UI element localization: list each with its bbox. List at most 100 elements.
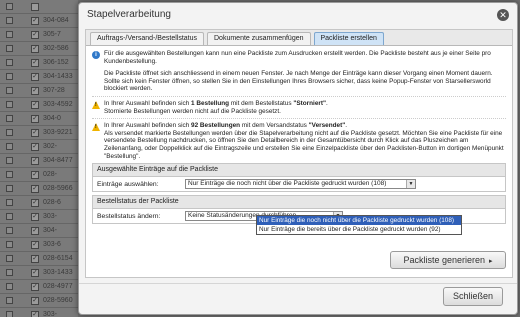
row-checkbox[interactable]: ✓ [31,44,39,53]
tab-merge-documents[interactable]: Dokumente zusammenfügen [207,32,311,45]
row-expand-checkbox[interactable] [6,87,13,94]
tab-create-packlist[interactable]: Packliste erstellen [313,32,384,45]
table-row[interactable]: ✓ 304-8477 [0,154,78,168]
chevron-down-icon[interactable]: ▼ [406,180,415,189]
row-checkbox[interactable]: ✓ [31,30,39,39]
table-row[interactable] [0,0,78,14]
row-checkbox[interactable]: ✓ [31,128,39,137]
info-message: i Für die ausgewählten Bestellungen kann… [92,50,506,93]
order-number: 302-586 [43,45,69,52]
table-row[interactable]: ✓ 303- [0,308,78,317]
row-checkbox[interactable]: ✓ [31,156,39,165]
row-expand-checkbox[interactable] [6,115,13,122]
row-checkbox[interactable]: ✓ [31,310,39,317]
table-row[interactable]: ✓ 303-6 [0,238,78,252]
order-number: 028-6154 [43,255,73,262]
row-expand-checkbox[interactable] [6,227,13,234]
table-row[interactable]: ✓ 028-6154 [0,252,78,266]
row-expand-checkbox[interactable] [6,241,13,248]
table-row[interactable]: ✓ 304-084 [0,14,78,28]
dialog-title: Stapelverarbeitung [87,8,171,20]
row-checkbox[interactable]: ✓ [31,198,39,207]
row-checkbox[interactable]: ✓ [31,58,39,67]
row-expand-checkbox[interactable] [6,129,13,136]
table-row[interactable]: ✓ 028-5966 [0,182,78,196]
entries-dropdown-list: Nur Einträge die noch nicht über die Pac… [256,215,462,235]
warning-text: . [345,122,348,130]
tab-order-status[interactable]: Auftrags-/Versand-/Bestellstatus [90,32,204,45]
row-expand-checkbox[interactable] [6,3,13,10]
row-checkbox[interactable]: ✓ [31,86,39,95]
warning-status: "Versendet" [308,122,346,130]
table-row[interactable]: ✓ 028-4977 [0,280,78,294]
row-expand-checkbox[interactable] [6,17,13,24]
entries-select[interactable]: Nur Einträge die noch nicht über die Pac… [185,179,416,190]
table-row[interactable]: ✓ 303- [0,210,78,224]
table-row[interactable]: ✓ 028-5960 [0,294,78,308]
row-expand-checkbox[interactable] [6,157,13,164]
order-number: 307-28 [43,87,65,94]
dropdown-option[interactable]: Nur Einträge die noch nicht über die Pac… [257,216,461,225]
row-expand-checkbox[interactable] [6,73,13,80]
table-row[interactable]: ✓ 304-1433 [0,70,78,84]
tab-bar: Auftrags-/Versand-/Bestellstatus Dokumen… [86,30,512,46]
row-expand-checkbox[interactable] [6,255,13,262]
row-checkbox[interactable]: ✓ [31,240,39,249]
table-row[interactable]: ✓ 304- [0,224,78,238]
order-number: 306-152 [43,59,69,66]
table-row[interactable]: ✓ 305-7 [0,28,78,42]
row-checkbox[interactable] [31,2,39,11]
row-checkbox[interactable]: ✓ [31,296,39,305]
row-expand-checkbox[interactable] [6,143,13,150]
table-row[interactable]: ✓ 303-1433 [0,266,78,280]
warning-status: "Storniert" [293,99,327,107]
order-number: 303-9221 [43,129,73,136]
warning-text: In Ihrer Auswahl befinden sich [104,122,192,130]
table-row[interactable]: ✓ 306-152 [0,56,78,70]
row-expand-checkbox[interactable] [6,171,13,178]
table-row[interactable]: ✓ 302- [0,140,78,154]
table-row[interactable]: ✓ 303-4592 [0,98,78,112]
row-expand-checkbox[interactable] [6,269,13,276]
row-checkbox[interactable]: ✓ [31,212,39,221]
entries-select-value: Nur Einträge die noch nicht über die Pac… [188,180,387,188]
row-checkbox[interactable]: ✓ [31,254,39,263]
row-checkbox[interactable]: ✓ [31,226,39,235]
table-row[interactable]: ✓ 307-28 [0,84,78,98]
row-expand-checkbox[interactable] [6,297,13,304]
order-number: 302- [43,143,58,150]
table-row[interactable]: ✓ 302-586 [0,42,78,56]
row-checkbox[interactable]: ✓ [31,170,39,179]
row-expand-checkbox[interactable] [6,31,13,38]
generate-packlist-button[interactable]: Packliste generieren ▸ [390,251,506,269]
table-row[interactable]: ✓ 028- [0,168,78,182]
warning-count: 1 Bestellung [191,99,230,107]
order-number: 303- [43,213,58,220]
dropdown-option[interactable]: Nur Einträge die bereits über die Packli… [257,225,461,234]
row-checkbox[interactable]: ✓ [31,282,39,291]
table-row[interactable]: ✓ 304-0 [0,112,78,126]
row-expand-checkbox[interactable] [6,185,13,192]
close-icon[interactable]: ✕ [497,9,509,21]
row-expand-checkbox[interactable] [6,199,13,206]
row-checkbox[interactable]: ✓ [31,72,39,81]
background-table: ✓ 304-084 ✓ 305-7 ✓ 302-586 ✓ 306-152 ✓ 304-1433 ✓… [0,0,78,317]
row-expand-checkbox[interactable] [6,311,13,317]
table-row[interactable]: ✓ 028-6 [0,196,78,210]
warning-shipped: ! In Ihrer Auswahl befinden sich 92 Best… [92,122,506,160]
row-checkbox[interactable]: ✓ [31,114,39,123]
row-expand-checkbox[interactable] [6,283,13,290]
row-expand-checkbox[interactable] [6,213,13,220]
row-checkbox[interactable]: ✓ [31,100,39,109]
row-expand-checkbox[interactable] [6,45,13,52]
table-row[interactable]: ✓ 303-9221 [0,126,78,140]
row-checkbox[interactable]: ✓ [31,184,39,193]
row-checkbox[interactable]: ✓ [31,268,39,277]
row-checkbox[interactable]: ✓ [31,16,39,25]
row-checkbox[interactable]: ✓ [31,142,39,151]
selected-entries-section: Ausgewählte Einträge auf die Packliste E… [92,163,506,193]
order-number: 304- [43,227,58,234]
row-expand-checkbox[interactable] [6,59,13,66]
close-button[interactable]: Schließen [443,287,503,306]
row-expand-checkbox[interactable] [6,101,13,108]
